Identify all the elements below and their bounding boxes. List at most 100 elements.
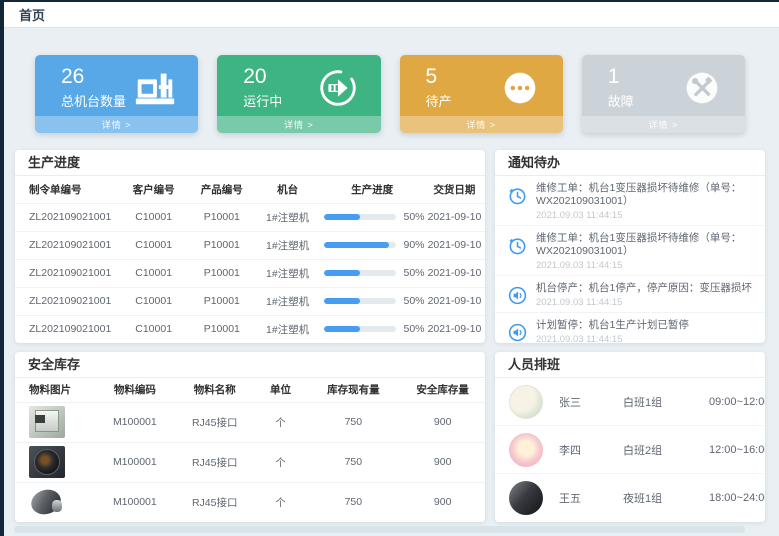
product-no: P10001: [189, 231, 255, 259]
order-no: ZL202109021001: [15, 203, 118, 231]
notification-text: 计划暂停：机台1生产计划已暂停: [536, 319, 755, 332]
machine-name: 1#注塑机: [255, 259, 321, 287]
person-name: 张三: [559, 394, 609, 410]
person-name: 王五: [559, 490, 609, 506]
col-unit: 单位: [255, 378, 307, 402]
material-code: M100001: [95, 402, 175, 442]
table-row: M100001 RJ45接口 个 750 900: [15, 482, 485, 522]
material-name: RJ45接口: [175, 402, 255, 442]
shift-label: 夜班1组: [623, 490, 695, 506]
card-fault-main: 1 故障: [582, 55, 745, 116]
notification-body: 机台停产：机台1停产，停产原因：变压器损坏 2021.09.03 11:44:1…: [536, 282, 755, 308]
progress-bar: [324, 270, 396, 276]
progress-bar: [324, 326, 396, 332]
unit: 个: [255, 442, 307, 482]
safety-stock-title: 安全库存: [15, 352, 485, 378]
total-machines-detail-link[interactable]: 详情 >: [35, 116, 198, 133]
notification-body: 计划暂停：机台1生产计划已暂停 2021.09.03 11:44:15: [536, 319, 755, 343]
shift-label: 白班1组: [623, 394, 695, 410]
clock-icon: [507, 185, 528, 206]
customer-no: C10001: [118, 231, 189, 259]
card-total-machines[interactable]: 26 总机台数量 详情 >: [35, 55, 198, 133]
card-fault[interactable]: 1 故障 详情 >: [582, 55, 745, 133]
material-code: M100001: [95, 482, 175, 522]
material-code: M100001: [95, 442, 175, 482]
table-row: ZL202109021001 C10001 P10001 1#注塑机 50% 2…: [15, 287, 485, 315]
col-order-no: 制令单编号: [15, 176, 118, 203]
speaker-icon: [507, 285, 528, 306]
machine-name: 1#注塑机: [255, 315, 321, 343]
production-progress-panel: 生产进度 制令单编号 客户编号 产品编号 机台 生产进度 交货日期 ZL2021: [15, 150, 485, 343]
fault-value: 1: [608, 65, 634, 89]
machine-icon: [132, 65, 178, 111]
progress-cell: 90%: [320, 231, 423, 259]
progress-label: 50%: [403, 267, 424, 279]
schedule-row: 张三 白班1组 09:00~12:00: [495, 378, 765, 426]
customer-no: C10001: [118, 315, 189, 343]
card-total-machines-main: 26 总机台数量: [35, 55, 198, 116]
shift-time: 12:00~16:00: [709, 444, 765, 456]
repair-tools-icon: [679, 65, 725, 111]
notification-body: 维修工单：机台1变压器损坏待维修（单号：WX202109031001） 2021…: [536, 182, 755, 221]
person-name: 李四: [559, 442, 609, 458]
machine-name: 1#注塑机: [255, 203, 321, 231]
product-no: P10001: [189, 259, 255, 287]
notification-list: 维修工单：机台1变压器损坏待维修（单号：WX202109031001） 2021…: [495, 176, 765, 343]
card-pending[interactable]: 5 待产 详情 >: [400, 55, 563, 133]
notifications-title: 通知待办: [495, 150, 765, 176]
shift-time: 18:00~24:00: [709, 492, 765, 504]
notification-item[interactable]: 维修工单：机台1变压器损坏待维修（单号：WX202109031001） 2021…: [495, 226, 765, 276]
col-material-code: 物料编码: [95, 378, 175, 402]
delivery-date: 2021-09-10: [424, 231, 485, 259]
progress-label: 50%: [403, 211, 424, 223]
progress-label: 50%: [403, 295, 424, 307]
current-stock: 750: [306, 442, 400, 482]
col-material-image: 物料图片: [15, 378, 95, 402]
dashboard-content: 26 总机台数量 详情 >: [4, 28, 779, 536]
progress-label: 50%: [403, 323, 424, 335]
delivery-date: 2021-09-10: [424, 287, 485, 315]
customer-no: C10001: [118, 287, 189, 315]
notification-text: 维修工单：机台1变压器损坏待维修（单号：WX202109031001）: [536, 232, 755, 258]
panel-row-1: 生产进度 制令单编号 客户编号 产品编号 机台 生产进度 交货日期 ZL2021: [15, 150, 765, 343]
notification-item[interactable]: 维修工单：机台1变压器损坏待维修（单号：WX202109031001） 2021…: [495, 176, 765, 226]
inventory-table-header: 物料图片 物料编码 物料名称 单位 库存现有量 安全库存量: [15, 378, 485, 402]
progress-label: 90%: [403, 239, 424, 251]
personnel-schedule-title: 人员排班: [495, 352, 765, 378]
clock-icon: [507, 235, 528, 256]
pending-label: 待产: [426, 91, 452, 110]
col-material-name: 物料名称: [175, 378, 255, 402]
current-stock: 750: [306, 482, 400, 522]
safety-stock: 900: [400, 482, 485, 522]
notification-item[interactable]: 机台停产：机台1停产，停产原因：变压器损坏 2021.09.03 11:44:1…: [495, 276, 765, 313]
horizontal-scrollbar[interactable]: [14, 526, 745, 533]
machine-name: 1#注塑机: [255, 287, 321, 315]
col-delivery-date: 交货日期: [424, 176, 485, 203]
material-image-cell: [15, 442, 95, 482]
order-no: ZL202109021001: [15, 287, 118, 315]
production-table-header: 制令单编号 客户编号 产品编号 机台 生产进度 交货日期: [15, 176, 485, 203]
product-no: P10001: [189, 287, 255, 315]
table-row: ZL202109021001 C10001 P10001 1#注塑机 90% 2…: [15, 231, 485, 259]
notification-item[interactable]: 计划暂停：机台1生产计划已暂停 2021.09.03 11:44:15: [495, 313, 765, 343]
material-image-cell: [15, 482, 95, 522]
tab-home[interactable]: 首页: [19, 5, 45, 24]
material-name: RJ45接口: [175, 482, 255, 522]
notification-time: 2021.09.03 11:44:15: [536, 260, 755, 271]
schedule-row: 李四 白班2组 12:00~16:00: [495, 426, 765, 474]
progress-cell: 50%: [320, 259, 423, 287]
col-progress: 生产进度: [320, 176, 423, 203]
running-detail-link[interactable]: 详情 >: [217, 116, 380, 133]
production-progress-table: 制令单编号 客户编号 产品编号 机台 生产进度 交货日期 ZL202109021…: [15, 176, 485, 343]
fault-detail-link[interactable]: 详情 >: [582, 116, 745, 133]
material-name: RJ45接口: [175, 442, 255, 482]
running-cycle-icon: [315, 65, 361, 111]
order-no: ZL202109021001: [15, 231, 118, 259]
card-total-machines-text: 26 总机台数量: [61, 65, 126, 110]
speaker-icon: [507, 322, 528, 343]
window-top-border: [0, 0, 779, 2]
card-running[interactable]: 20 运行中 详情 >: [217, 55, 380, 133]
pending-detail-link[interactable]: 详情 >: [400, 116, 563, 133]
table-row: M100001 RJ45接口 个 750 900: [15, 442, 485, 482]
delivery-date: 2021-09-10: [424, 315, 485, 343]
